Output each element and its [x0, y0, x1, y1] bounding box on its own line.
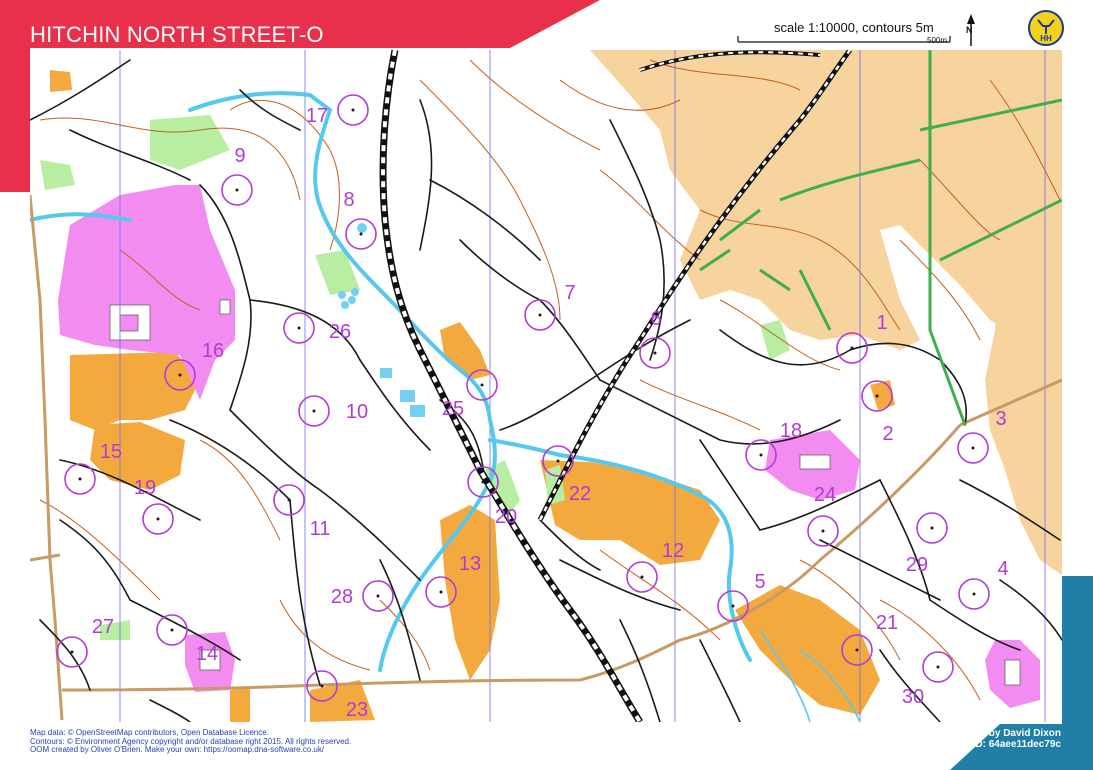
control-dot	[556, 459, 560, 463]
control-dot	[731, 604, 735, 608]
control-number: 27	[92, 616, 114, 638]
control-dot	[297, 326, 301, 330]
control-dot	[359, 232, 363, 236]
oom-developer: OOM v4 developed by David Dixon	[895, 728, 1061, 739]
control-number: 10	[346, 401, 368, 423]
map-title: HITCHIN NORTH STREET-O	[30, 22, 324, 47]
control-dot	[156, 517, 160, 521]
control-dot	[351, 108, 355, 112]
control-number: 22	[569, 483, 591, 505]
control-number: 17	[306, 105, 328, 127]
control-number: 13	[459, 553, 481, 575]
control-dot	[875, 394, 879, 398]
control-dot	[287, 498, 291, 502]
control-number: 30	[902, 686, 924, 708]
control-number: 20	[495, 506, 517, 528]
control-number: 16	[202, 340, 224, 362]
control-number: 18	[780, 420, 802, 442]
control-number: 23	[346, 699, 368, 721]
control-number: 3	[995, 408, 1006, 430]
control-dot	[850, 346, 854, 350]
scale-bar-label: 500m	[927, 36, 948, 45]
control-number: 14	[196, 643, 218, 665]
control-dot	[439, 590, 443, 594]
control-number: 6	[650, 308, 661, 330]
logo-text: HH	[1040, 34, 1052, 43]
control-dot	[538, 313, 542, 317]
control-dot	[170, 628, 174, 632]
control-number: 8	[343, 189, 354, 211]
map-id: Map ID: 64aee11dec79c	[949, 739, 1061, 750]
control-dot	[936, 665, 940, 669]
control-number: 4	[997, 558, 1008, 580]
control-number: 5	[754, 571, 765, 593]
control-number: 21	[876, 612, 898, 634]
credit-line: OOM created by Oliver O'Brien. Make your…	[30, 745, 325, 755]
control-dot	[480, 383, 484, 387]
control-dot	[70, 650, 74, 654]
control-number: 26	[329, 321, 351, 343]
control-dot	[376, 594, 380, 598]
control-number: 2	[882, 423, 893, 445]
orienteering-map[interactable]: HH 1234567891011121314151617181920212223…	[0, 0, 1093, 770]
control-dot	[855, 648, 859, 652]
control-number: 28	[331, 586, 353, 608]
control-dot	[78, 477, 82, 481]
control-number: 25	[442, 398, 464, 420]
control-dot	[972, 592, 976, 596]
control-dot	[312, 409, 316, 413]
control-number: 19	[134, 477, 156, 499]
control-dot	[930, 526, 934, 530]
control-dot	[653, 351, 657, 355]
control-number: 15	[100, 441, 122, 463]
control-number: 7	[564, 282, 575, 304]
map-credits: Map data: © OpenStreetMap contributors, …	[30, 728, 351, 755]
control-dot	[320, 684, 324, 688]
control-dot	[481, 480, 485, 484]
north-label: N	[966, 25, 973, 35]
oom-info: OOM v4 developed by David Dixon Map ID: …	[896, 728, 1061, 750]
control-number: 1	[876, 312, 887, 334]
control-number: 9	[234, 145, 245, 167]
club-logo: HH	[1028, 10, 1064, 46]
control-dot	[821, 529, 825, 533]
control-number: 24	[814, 484, 836, 506]
control-dot	[178, 373, 182, 377]
control-number: 29	[906, 554, 928, 576]
control-dot	[971, 446, 975, 450]
control-number: 12	[662, 540, 684, 562]
control-dot	[235, 188, 239, 192]
control-dot	[759, 453, 763, 457]
control-dot	[640, 575, 644, 579]
scale-label: scale 1:10000, contours 5m	[774, 20, 934, 35]
control-number: 11	[310, 518, 331, 540]
